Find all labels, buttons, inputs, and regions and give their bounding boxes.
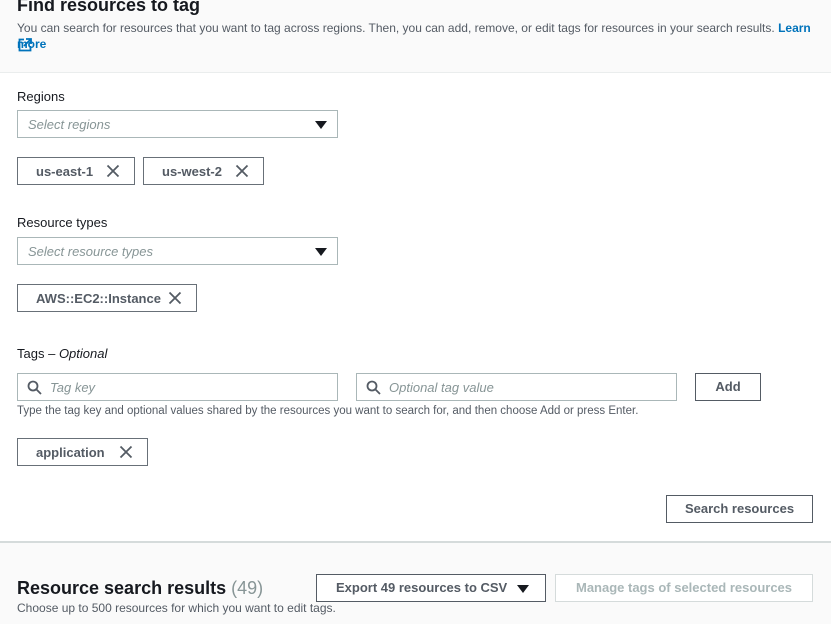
tag-key-placeholder: Tag key <box>50 380 96 395</box>
panel-header: Find resources to tag You can search for… <box>0 0 831 73</box>
export-csv-button[interactable]: Export 49 resources to CSV <box>316 574 546 602</box>
resource-types-label: Resource types <box>17 215 108 230</box>
close-icon[interactable] <box>106 164 120 178</box>
token-label: AWS::EC2::Instance <box>36 291 161 306</box>
tags-label-text: Tags – <box>17 346 56 361</box>
caret-down-icon <box>315 248 327 256</box>
results-count: (49) <box>231 578 264 598</box>
resource-type-token: AWS::EC2::Instance <box>17 284 197 312</box>
add-tag-button[interactable]: Add <box>695 373 761 401</box>
token-label: application <box>36 445 105 460</box>
results-description: Choose up to 500 resources for which you… <box>17 601 336 615</box>
caret-down-icon <box>315 121 327 129</box>
external-link-icon[interactable] <box>18 38 32 52</box>
description-text: You can search for resources that you wa… <box>17 21 775 35</box>
optional-text: Optional <box>58 346 108 361</box>
export-csv-label: Export 49 resources to CSV <box>336 580 508 595</box>
regions-placeholder: Select regions <box>28 117 111 132</box>
search-icon <box>27 380 42 395</box>
page-description: You can search for resources that you wa… <box>17 20 817 52</box>
results-title-text: Resource search results <box>17 578 227 598</box>
page-title: Find resources to tag <box>17 0 201 15</box>
close-icon[interactable] <box>119 445 133 459</box>
tags-help-text: Type the tag key and optional values sha… <box>17 405 639 417</box>
regions-label: Regions <box>17 89 65 104</box>
region-token-us-west-2: us-west-2 <box>143 157 264 185</box>
resource-types-placeholder: Select resource types <box>28 244 154 259</box>
tag-value-placeholder: Optional tag value <box>389 380 494 395</box>
results-title: Resource search results (49) <box>17 578 263 599</box>
resource-types-select[interactable]: Select resource types <box>17 237 338 265</box>
tag-token-application: application <box>17 438 148 466</box>
find-resources-panel: Find resources to tag You can search for… <box>0 0 831 542</box>
tag-key-input[interactable]: Tag key <box>17 373 338 401</box>
caret-down-icon <box>517 585 529 593</box>
results-section: Resource search results (49) Choose up t… <box>0 543 831 624</box>
manage-tags-button[interactable]: Manage tags of selected resources <box>555 574 813 602</box>
regions-select[interactable]: Select regions <box>17 110 338 138</box>
token-label: us-east-1 <box>36 164 94 179</box>
search-resources-button[interactable]: Search resources <box>666 495 813 523</box>
token-label: us-west-2 <box>162 164 222 179</box>
close-icon[interactable] <box>168 291 182 305</box>
tags-label: Tags – Optional <box>17 346 107 361</box>
region-token-us-east-1: us-east-1 <box>17 157 135 185</box>
search-icon <box>366 380 381 395</box>
tag-value-input[interactable]: Optional tag value <box>356 373 677 401</box>
close-icon[interactable] <box>235 164 249 178</box>
